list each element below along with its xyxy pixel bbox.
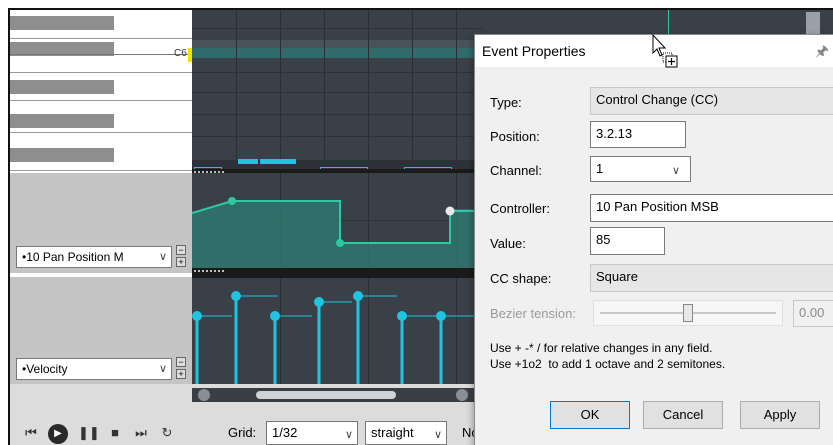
grid-beat-line [236, 10, 237, 170]
chevron-down-icon: ∨ [158, 363, 167, 375]
chevron-down-icon: ∨ [158, 251, 167, 263]
grid-right-area [482, 10, 833, 34]
black-key[interactable] [10, 16, 114, 30]
midi-editor-screenshot: { "piano": { "c6_label": "C6" }, "lanes"… [0, 0, 833, 445]
lane-splitter[interactable] [192, 268, 482, 278]
transport-bar: ⏮ ▶ ❚❚ ■ ⏭ ↻ Grid: 1/32 ∨ straight ∨ No [10, 384, 483, 445]
black-key[interactable] [10, 148, 114, 162]
position-label: Position: [490, 129, 540, 144]
type-label: Type: [490, 95, 522, 110]
play-icon[interactable]: ▶ [48, 424, 68, 444]
cc-lane-select[interactable]: •10 Pan Position M ∨ [16, 246, 172, 268]
grid-label: Grid: [228, 425, 257, 440]
key-divider [10, 170, 192, 171]
midi-note[interactable] [260, 159, 296, 164]
position-input[interactable]: 3.2.13 [590, 121, 686, 148]
ok-button[interactable]: OK [550, 401, 630, 429]
grid-mode-value: straight [371, 425, 414, 440]
velocity-lane-select-label: •Velocity [22, 362, 68, 376]
chevron-down-icon: ∨ [344, 429, 353, 441]
pin-icon[interactable]: 🖈 [815, 41, 829, 66]
grid-beat-line [456, 10, 457, 170]
c6-key-label: C6 [174, 48, 187, 59]
apply-button[interactable]: Apply [740, 401, 820, 429]
type-value: Control Change (CC) [590, 87, 833, 115]
cc-shape-label: CC shape: [490, 271, 552, 286]
skip-back-icon[interactable]: ⏮ [22, 424, 40, 442]
help-text-line1: Use + -* / for relative changes in any f… [490, 341, 713, 355]
bezier-tension-slider-thumb[interactable] [683, 304, 693, 322]
cc-point-selected [445, 206, 455, 216]
key-divider [10, 132, 192, 133]
cc-lane-select-label: •10 Pan Position M [22, 250, 124, 264]
velocity-lane[interactable] [192, 278, 482, 384]
piano-roll-grid[interactable] [192, 10, 482, 170]
dialog-title: Event Properties [482, 43, 586, 59]
horizontal-scrollbar-thumb[interactable] [256, 391, 396, 399]
key-divider [10, 72, 192, 73]
grid-beat-line [368, 10, 369, 170]
lane-plus-button[interactable]: + [176, 369, 186, 379]
chevron-down-icon: ∨ [671, 165, 680, 177]
grid-mode-select[interactable]: straight ∨ [365, 421, 447, 445]
grid-beat-line [412, 10, 413, 170]
grid-division-value: 1/32 [272, 425, 298, 440]
cc-lane[interactable] [192, 173, 482, 268]
pause-icon[interactable]: ❚❚ [78, 424, 100, 442]
lane-splitter-dots [194, 270, 224, 274]
stop-icon[interactable]: ■ [106, 424, 124, 442]
channel-select[interactable]: 1 ∨ [590, 156, 691, 182]
scroll-thumb[interactable] [806, 12, 820, 34]
chevron-down-icon: ∨ [433, 429, 442, 441]
black-key[interactable] [10, 80, 114, 94]
key-divider [10, 38, 192, 39]
grid-beat-line [280, 10, 281, 170]
cc-point [228, 197, 236, 205]
midi-note[interactable] [238, 159, 258, 164]
grid-beat-line [324, 10, 325, 170]
controller-input[interactable]: 10 Pan Position MSB [590, 194, 833, 222]
controller-label: Controller: [490, 201, 550, 216]
help-text-line2: Use +1o2 to add 1 octave and 2 semitones… [490, 357, 726, 371]
cancel-button[interactable]: Cancel [643, 401, 723, 429]
key-divider [10, 54, 192, 55]
skip-forward-icon[interactable]: ⏭ [132, 424, 150, 442]
lane-plus-button[interactable]: + [176, 257, 186, 267]
cc-shape-select[interactable]: Square [590, 264, 833, 292]
channel-value: 1 [596, 161, 604, 176]
key-divider [10, 100, 192, 101]
value-input[interactable]: 85 [590, 227, 665, 255]
bezier-tension-value: 0.00 [793, 300, 833, 327]
scroll-right-icon[interactable] [456, 389, 468, 401]
value-label: Value: [490, 236, 526, 251]
channel-label: Channel: [490, 163, 543, 178]
black-key[interactable] [10, 114, 114, 128]
event-properties-dialog: Event Properties 🖈 Type: Control Change … [474, 33, 833, 445]
cc-point [336, 239, 344, 247]
loop-icon[interactable]: ↻ [158, 424, 176, 442]
bezier-tension-slider-track[interactable] [593, 300, 783, 326]
grid-division-select[interactable]: 1/32 ∨ [266, 421, 358, 445]
lane-minus-button[interactable]: − [176, 357, 186, 367]
lane-minus-button[interactable]: − [176, 245, 186, 255]
scroll-left-icon[interactable] [198, 389, 210, 401]
piano-keyboard[interactable]: C6 [10, 10, 192, 173]
velocity-lane-select[interactable]: •Velocity ∨ [16, 358, 172, 380]
cc-envelope[interactable] [192, 173, 482, 268]
velocity-bars[interactable] [192, 278, 482, 384]
edit-cursor-line [668, 10, 669, 34]
mouse-cursor-icon [652, 33, 678, 68]
bezier-tension-label: Bezier tension: [490, 306, 576, 321]
